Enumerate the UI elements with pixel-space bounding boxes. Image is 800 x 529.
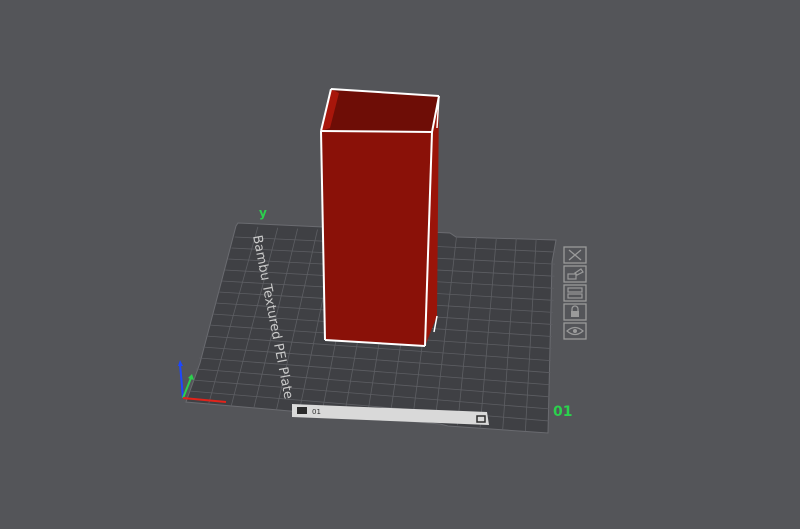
model-box[interactable] xyxy=(320,88,440,347)
plate-axis-y-label: y xyxy=(259,206,267,220)
3d-viewport[interactable]: 01 Bambu Textured PEI Plate 01 y xyxy=(0,0,800,529)
lock-plate-icon[interactable] xyxy=(563,303,587,321)
plate-strip-icon xyxy=(297,407,307,414)
orient-plate-icon[interactable] xyxy=(563,284,587,302)
build-plate-scene[interactable]: 01 Bambu Textured PEI Plate xyxy=(0,0,800,529)
arrange-plate-icon[interactable] xyxy=(563,265,587,283)
z-axis xyxy=(179,363,184,399)
delete-plate-icon[interactable] xyxy=(563,246,587,264)
model-front-face xyxy=(321,131,432,346)
plate-strip-text: 01 xyxy=(312,408,321,416)
plate-number-label: 01 xyxy=(553,404,573,420)
settings-plate-icon[interactable] xyxy=(563,322,587,340)
